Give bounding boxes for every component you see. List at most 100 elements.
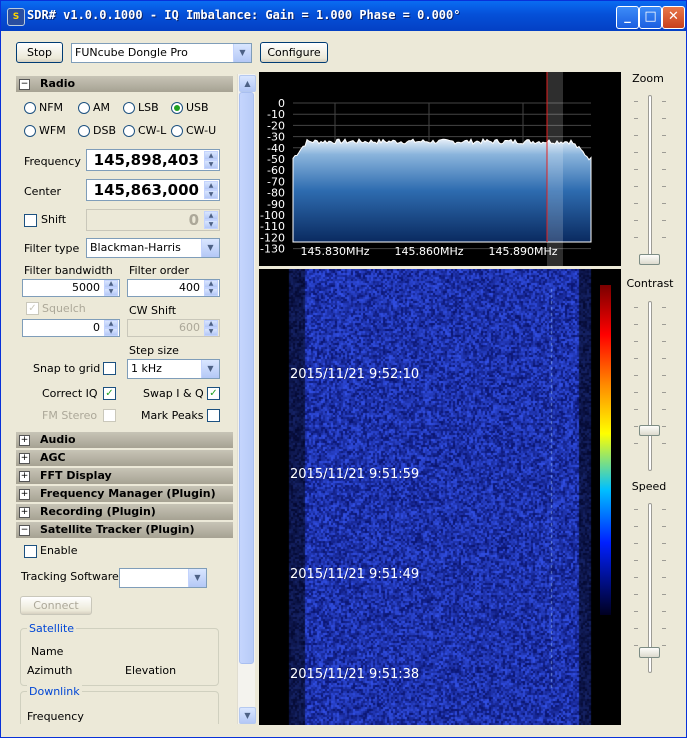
- mode-radio-dsb[interactable]: [78, 125, 90, 137]
- minimize-icon: _: [624, 9, 631, 24]
- section-header-satellite-tracker[interactable]: − Satellite Tracker (Plugin): [16, 522, 233, 538]
- scroll-down-icon[interactable]: ▼: [239, 707, 256, 724]
- shift-field[interactable]: 0 ▲ ▼: [86, 209, 220, 231]
- device-select[interactable]: FUNcube Dongle Pro ▼: [71, 43, 252, 63]
- filter-order-field[interactable]: 400 ▲ ▼: [127, 279, 220, 297]
- waterfall-display[interactable]: 2015/11/21 9:52:10 2015/11/21 9:51:59 2015…: [259, 269, 621, 725]
- title-bar[interactable]: S SDR# v1.0.0.1000 - IQ Imbalance: Gain …: [1, 1, 686, 31]
- chevron-down-icon: ▼: [233, 44, 251, 62]
- speed-label: Speed: [631, 480, 667, 493]
- window-title: SDR# v1.0.0.1000 - IQ Imbalance: Gain = …: [27, 8, 461, 22]
- swap-iq-label: Swap I & Q: [143, 387, 204, 400]
- slider-tick: [662, 135, 666, 136]
- slider-tick: [662, 628, 666, 629]
- slider-tick: [662, 237, 666, 238]
- spectrum-trace: [292, 138, 592, 243]
- mode-radio-nfm[interactable]: [24, 102, 36, 114]
- scroll-thumb[interactable]: [239, 92, 254, 664]
- mark-peaks-checkbox[interactable]: [207, 409, 220, 422]
- filter-type-value: Blackman-Harris: [90, 241, 181, 254]
- squelch-field[interactable]: 0 ▲ ▼: [22, 319, 120, 337]
- mode-radio-wfm[interactable]: [24, 125, 36, 137]
- mode-label-nfm: NFM: [39, 101, 64, 114]
- panel-scrollbar[interactable]: ▲ ▼: [237, 74, 256, 724]
- mode-radio-am[interactable]: [78, 102, 90, 114]
- center-field[interactable]: 145,863,000 ▲ ▼: [86, 179, 220, 201]
- mode-radio-cwu[interactable]: [171, 125, 183, 137]
- section-header-agc[interactable]: + AGC: [16, 450, 233, 466]
- mode-radio-usb[interactable]: [171, 102, 183, 114]
- slider-tick: [634, 426, 638, 427]
- tracking-software-select[interactable]: ▼: [119, 568, 207, 588]
- main-window: S SDR# v1.0.0.1000 - IQ Imbalance: Gain …: [0, 0, 687, 738]
- filter-order-spinner[interactable]: ▲ ▼: [204, 280, 218, 296]
- center-label: Center: [24, 185, 62, 198]
- section-header-audio[interactable]: + Audio: [16, 432, 233, 448]
- spectrum-analyzer[interactable]: 0-10-20-30-40-50-60-70-80-90-100-110-120…: [259, 72, 621, 266]
- mode-radio-cwl[interactable]: [123, 125, 135, 137]
- section-header-frequency-manager[interactable]: + Frequency Manager (Plugin): [16, 486, 233, 502]
- zoom-slider-track[interactable]: [648, 95, 652, 265]
- filter-bandwidth-spinner[interactable]: ▲ ▼: [104, 280, 118, 296]
- slider-tick: [634, 560, 638, 561]
- squelch-checkbox[interactable]: ✓: [26, 302, 39, 315]
- color-scale-bar: [600, 285, 611, 615]
- slider-tick: [662, 645, 666, 646]
- center-value: 145,863,000: [93, 181, 199, 199]
- maximize-button[interactable]: □: [639, 6, 662, 29]
- radio-section-header[interactable]: − Radio: [16, 76, 233, 92]
- close-button[interactable]: ✕: [662, 6, 685, 29]
- section-header-recording[interactable]: + Recording (Plugin): [16, 504, 233, 520]
- mode-label-am: AM: [93, 101, 111, 114]
- cw-shift-spinner[interactable]: ▲ ▼: [204, 320, 218, 336]
- frequency-spinner[interactable]: ▲ ▼: [204, 151, 218, 169]
- slider-tick: [634, 118, 638, 119]
- slider-tick: [634, 307, 638, 308]
- squelch-spinner[interactable]: ▲ ▼: [104, 320, 118, 336]
- step-size-select[interactable]: 1 kHz ▼: [127, 359, 220, 379]
- squelch-label: Squelch: [42, 302, 86, 315]
- swap-iq-checkbox[interactable]: ✓: [207, 387, 220, 400]
- filter-bandwidth-field[interactable]: 5000 ▲ ▼: [22, 279, 120, 297]
- stop-button[interactable]: Stop: [16, 42, 63, 63]
- shift-spinner[interactable]: ▲ ▼: [204, 211, 218, 229]
- satellite-group-title: Satellite: [27, 622, 77, 635]
- db-tick-label: -130: [260, 243, 285, 256]
- cw-shift-field[interactable]: 600 ▲ ▼: [127, 319, 220, 337]
- slider-tick: [662, 307, 666, 308]
- enable-checkbox[interactable]: [24, 545, 37, 558]
- mode-label-usb: USB: [186, 101, 209, 114]
- shift-checkbox[interactable]: [24, 214, 37, 227]
- minimize-button[interactable]: _: [616, 6, 639, 29]
- correct-iq-checkbox[interactable]: ✓: [103, 387, 116, 400]
- center-spinner[interactable]: ▲ ▼: [204, 181, 218, 199]
- mode-label-lsb: LSB: [138, 101, 159, 114]
- frequency-field[interactable]: 145,898,403 ▲ ▼: [86, 149, 220, 171]
- downlink-frequency-label: Frequency: [27, 710, 84, 723]
- mode-radio-lsb[interactable]: [123, 102, 135, 114]
- slider-tick: [662, 152, 666, 153]
- snap-to-grid-checkbox[interactable]: [103, 362, 116, 375]
- configure-button[interactable]: Configure: [260, 42, 328, 63]
- slider-tick: [634, 443, 638, 444]
- expand-icon: +: [19, 489, 30, 500]
- zoom-slider-thumb[interactable]: [639, 254, 660, 265]
- slider-tick: [662, 358, 666, 359]
- slider-tick: [634, 203, 638, 204]
- downlink-group-title: Downlink: [27, 685, 82, 698]
- section-header-fft-display[interactable]: + FFT Display: [16, 468, 233, 484]
- tracking-software-label: Tracking Software: [21, 570, 119, 583]
- slider-tick: [662, 203, 666, 204]
- contrast-slider-track[interactable]: [648, 301, 652, 471]
- fm-stereo-checkbox[interactable]: [103, 409, 116, 422]
- chevron-down-icon: ▼: [188, 569, 206, 587]
- slider-tick: [634, 543, 638, 544]
- contrast-slider-thumb[interactable]: [639, 425, 660, 436]
- slider-tick: [634, 375, 638, 376]
- connect-button[interactable]: Connect: [20, 596, 92, 615]
- slider-tick: [662, 169, 666, 170]
- slider-tick: [634, 237, 638, 238]
- filter-type-select[interactable]: Blackman-Harris ▼: [86, 238, 220, 258]
- scroll-up-icon[interactable]: ▲: [239, 75, 256, 92]
- speed-slider-thumb[interactable]: [639, 647, 660, 658]
